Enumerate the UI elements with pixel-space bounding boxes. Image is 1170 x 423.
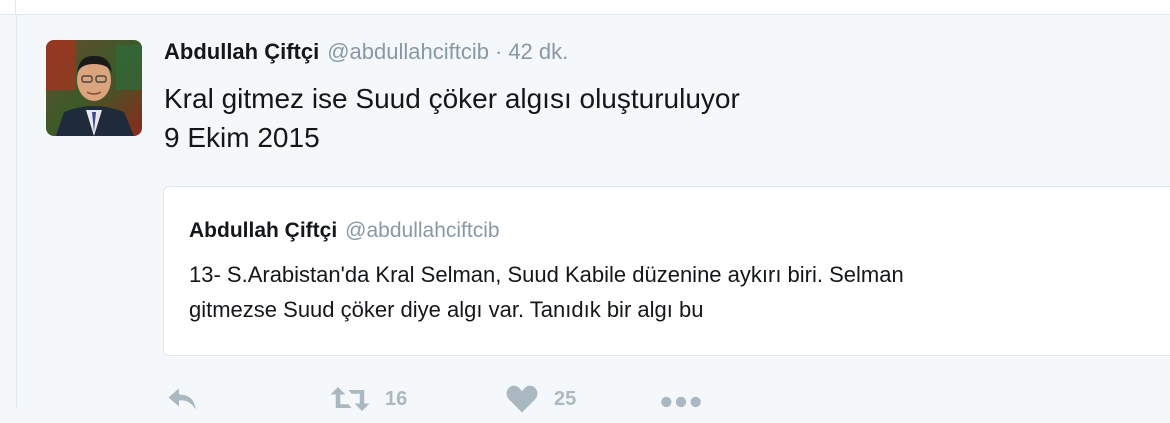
like-count: 25 — [554, 387, 577, 410]
quoted-tweet-text: 13- S.Arabistan'da Kral Selman, Suud Kab… — [189, 257, 1169, 327]
tweet[interactable]: Abdullah Çiftçi @abdullahciftcib · 42 dk… — [16, 15, 1170, 413]
tweet-timestamp[interactable]: 42 dk. — [508, 39, 568, 65]
more-button[interactable] — [659, 381, 703, 417]
retweet-count: 16 — [385, 387, 408, 410]
like-button[interactable]: 25 — [504, 381, 576, 417]
quoted-tweet[interactable]: Abdullah Çiftçi @abdullahciftcib 13- S.A… — [163, 186, 1170, 356]
separator-dot: · — [494, 39, 503, 64]
quoted-tweet-header: Abdullah Çiftçi @abdullahciftcib — [189, 219, 500, 243]
quoted-author-username: @abdullahciftcib — [345, 219, 500, 242]
quoted-text-line: 13- S.Arabistan'da Kral Selman, Suud Kab… — [189, 262, 904, 287]
tweet-text-line: 9 Ekim 2015 — [164, 122, 320, 153]
tweet-header: Abdullah Çiftçi @abdullahciftcib · 42 dk… — [164, 39, 568, 73]
quoted-author-name: Abdullah Çiftçi — [189, 219, 338, 242]
reply-icon — [168, 388, 196, 410]
tweet-actions: 16 25 — [164, 381, 724, 423]
avatar-image — [46, 40, 142, 136]
divider — [15, 0, 16, 15]
avatar[interactable] — [46, 40, 142, 136]
reply-button[interactable] — [164, 381, 200, 417]
retweet-button[interactable]: 16 — [329, 381, 407, 417]
tweet-text-line: Kral gitmez ise Suud çöker algısı oluştu… — [164, 83, 740, 114]
heart-icon — [506, 385, 538, 413]
retweet-icon — [330, 387, 370, 411]
quoted-text-line: gitmezse Suud çöker diye algı var. Tanıd… — [189, 297, 704, 322]
author-name[interactable]: Abdullah Çiftçi — [164, 39, 319, 65]
author-username[interactable]: @abdullahciftcib — [327, 39, 489, 65]
tweet-text: Kral gitmez ise Suud çöker algısı oluştu… — [164, 79, 1144, 157]
more-dots-icon — [661, 396, 701, 408]
previous-tweet-card — [0, 0, 1170, 15]
